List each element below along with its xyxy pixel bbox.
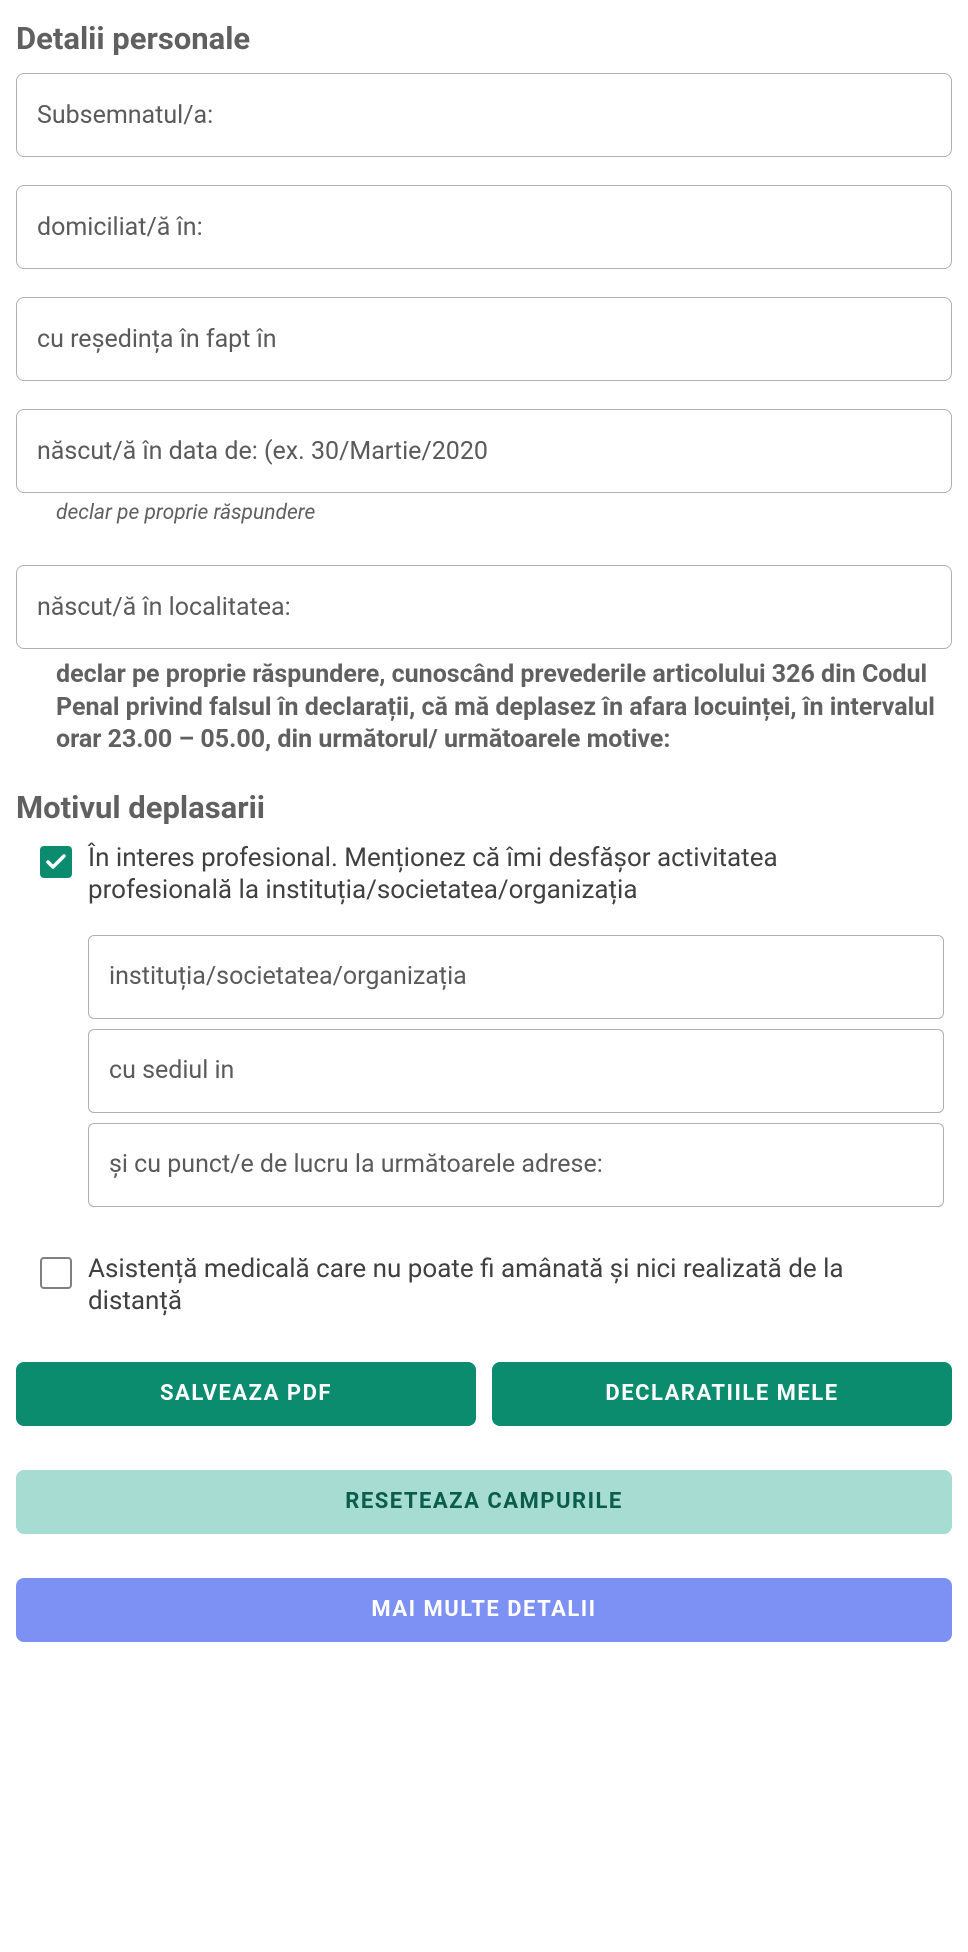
birthdate-helper: declar pe proprie răspundere bbox=[56, 501, 952, 525]
address-input[interactable] bbox=[16, 185, 952, 269]
professional-checkbox[interactable] bbox=[40, 846, 72, 878]
check-icon bbox=[44, 850, 68, 874]
legal-declaration-text: declar pe proprie răspundere, cunoscând … bbox=[16, 659, 952, 757]
birthdate-input[interactable] bbox=[16, 409, 952, 493]
birthplace-input[interactable] bbox=[16, 565, 952, 649]
workpoints-input[interactable] bbox=[88, 1123, 944, 1207]
personal-details-title: Detalii personale bbox=[16, 20, 952, 57]
secondary-button-row: RESETEAZA CAMPURILE bbox=[16, 1470, 952, 1534]
tertiary-button-row: MAI MULTE DETALII bbox=[16, 1578, 952, 1642]
save-pdf-button[interactable]: SALVEAZA PDF bbox=[16, 1362, 476, 1426]
more-details-button[interactable]: MAI MULTE DETALII bbox=[16, 1578, 952, 1642]
residence-input[interactable] bbox=[16, 297, 952, 381]
hq-input[interactable] bbox=[88, 1029, 944, 1113]
reason-medical-row: Asistență medicală care nu poate fi amân… bbox=[16, 1253, 952, 1318]
professional-reason-label: În interes profesional. Menționez că îmi… bbox=[88, 842, 928, 907]
reason-professional-row: În interes profesional. Menționez că îmi… bbox=[16, 842, 952, 907]
professional-details-group bbox=[16, 935, 952, 1217]
medical-reason-label: Asistență medicală care nu poate fi amân… bbox=[88, 1253, 928, 1318]
primary-button-row: SALVEAZA PDF DECLARATIILE MELE bbox=[16, 1362, 952, 1426]
reset-fields-button[interactable]: RESETEAZA CAMPURILE bbox=[16, 1470, 952, 1534]
my-declarations-button[interactable]: DECLARATIILE MELE bbox=[492, 1362, 952, 1426]
name-input[interactable] bbox=[16, 73, 952, 157]
reason-title: Motivul deplasarii bbox=[16, 789, 952, 826]
organization-input[interactable] bbox=[88, 935, 944, 1019]
medical-checkbox[interactable] bbox=[40, 1257, 72, 1289]
